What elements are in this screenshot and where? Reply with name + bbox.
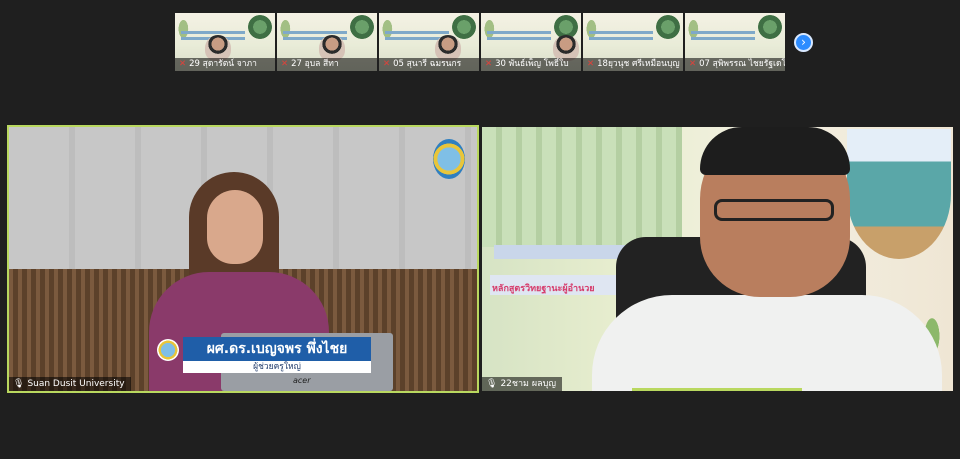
chevron-right-icon: › (801, 35, 806, 49)
muted-mic-icon: ✕ (281, 59, 289, 69)
participant-name-label: ✕07 สุพิพรรณ ไชยรัฐเดโช... (685, 58, 785, 71)
building-image (847, 129, 951, 259)
participant-name-label: 🎙 Suan Dusit University (9, 377, 131, 391)
participant-figure (592, 127, 942, 391)
seal-icon (452, 15, 476, 39)
muted-mic-icon: ✕ (179, 59, 187, 69)
participant-name-label: ✕ 18ยุวนุช ศรีเหมือนบุญ (583, 58, 683, 71)
participant-name-label: ✕ 30 พันธ์เพ็ญ โพธิ์ใบ (481, 58, 581, 71)
muted-mic-icon: ✕ (689, 59, 697, 69)
university-logo-icon (433, 139, 465, 179)
participant-thumbnail[interactable]: ✕ 05 สุนารี ฉมรนกร (379, 13, 479, 71)
next-page-button[interactable]: › (794, 33, 813, 52)
mic-icon: 🎙 (486, 379, 498, 389)
participant-thumbnail[interactable]: ✕ 18ยุวนุช ศรีเหมือนบุญ (583, 13, 683, 71)
mic-icon: 🎙 (13, 379, 25, 389)
participant-thumbnail[interactable]: ✕ 30 พันธ์เพ็ญ โพธิ์ใบ (481, 13, 581, 71)
muted-mic-icon: ✕ (383, 59, 391, 69)
muted-mic-icon: ✕ (587, 59, 595, 69)
active-speaker-video[interactable]: acer ผศ.ดร.เบญจพร พึ่งไชย ผู้ช่วยครูใหญ่… (7, 125, 479, 393)
participant-name-label: 🎙 22ชาม ผลบุญ (482, 377, 563, 391)
participant-name-label: ✕ 29 สุดารัตน์ จาภา (175, 58, 275, 71)
participant-thumbnail[interactable]: ✕07 สุพิพรรณ ไชยรัฐเดโช... (685, 13, 785, 71)
seal-icon (758, 15, 782, 39)
muted-mic-icon: ✕ (485, 59, 493, 69)
laptop-brand: acer (293, 376, 311, 385)
speaker-title: ผู้ช่วยครูใหญ่ (183, 361, 371, 373)
seal-icon (656, 15, 680, 39)
participant-name-label: ✕ 05 สุนารี ฉมรนกร (379, 58, 479, 71)
speaker-name: ผศ.ดร.เบญจพร พึ่งไชย (183, 337, 371, 361)
seal-icon (248, 15, 272, 39)
participant-thumbnail[interactable]: ✕ 29 สุดารัตน์ จาภา (175, 13, 275, 71)
seal-icon (350, 15, 374, 39)
participant-name-label: ✕ 27 อุบล สีทา (277, 58, 377, 71)
participant-video-tile[interactable]: หลักสูตรวิทยฐานะผู้อำนวย 🎙 22ชาม ผลบุญ (482, 127, 953, 391)
university-emblem-icon (157, 339, 179, 361)
participant-thumbnail[interactable]: ✕ 27 อุบล สีทา (277, 13, 377, 71)
